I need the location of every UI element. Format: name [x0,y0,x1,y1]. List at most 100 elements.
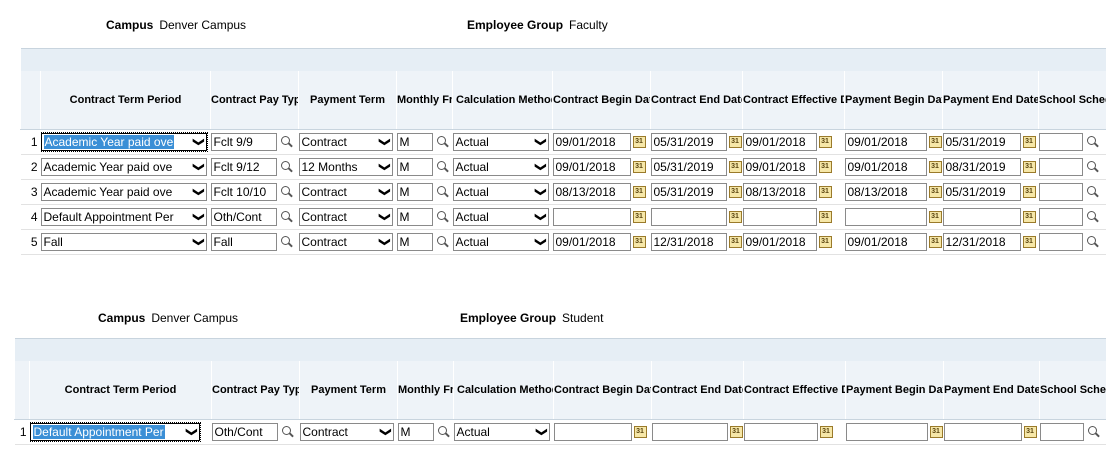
school-schedule-input[interactable] [1038,133,1083,151]
search-icon[interactable] [435,234,450,250]
search-icon[interactable] [1085,209,1100,225]
contract-term-period-select[interactable]: Fall ❯ [40,233,207,251]
payment-end-date-input[interactable]: 05/31/2019 [942,133,1021,151]
search-icon[interactable] [279,209,294,225]
contract-effective-date-input[interactable] [743,423,818,441]
school-schedule-input[interactable] [1038,158,1083,176]
payment-term-select[interactable]: Contract ❯ [298,208,393,226]
search-icon[interactable] [279,234,294,250]
payment-term-select[interactable]: Contract ❯ [298,183,393,201]
contract-term-period-select[interactable]: Academic Year paid ove ❯ [40,183,207,201]
payment-term-select[interactable]: Contract ❯ [298,133,393,151]
calendar-icon[interactable]: 31 [818,161,832,173]
col-contract-effective-date[interactable]: Contract Effective Date [743,361,846,420]
contract-end-date-input[interactable] [650,208,727,226]
monthly-freq-input[interactable]: M [396,233,433,251]
contract-effective-date-input[interactable] [742,208,817,226]
col-payment-begin-date[interactable]: Payment Begin Date [844,71,943,130]
contract-pay-type-input[interactable]: Oth/Cont [210,208,277,226]
payment-begin-date-input[interactable] [845,423,928,441]
search-icon[interactable] [279,184,294,200]
school-schedule-input[interactable] [1038,233,1083,251]
calendar-icon[interactable]: 31 [1023,426,1037,438]
search-icon[interactable] [435,184,450,200]
col-contract-begin-date[interactable]: Contract Begin Date [552,71,651,130]
search-icon[interactable] [1085,234,1100,250]
calendar-icon[interactable]: 31 [928,161,942,173]
payment-begin-date-input[interactable] [844,208,927,226]
calendar-icon[interactable]: 31 [728,211,742,223]
contract-pay-type-input[interactable]: Fclt 9/12 [210,158,277,176]
calendar-icon[interactable]: 31 [728,136,742,148]
col-contract-begin-date[interactable]: Contract Begin Date [553,361,652,420]
payment-end-date-input[interactable]: 12/31/2018 [942,233,1021,251]
calculation-method-select[interactable]: Actual ❯ [452,233,549,251]
school-schedule-input[interactable] [1038,208,1083,226]
search-icon[interactable] [435,159,450,175]
contract-effective-date-input[interactable]: 09/01/2018 [742,233,817,251]
contract-begin-date-input[interactable]: 09/01/2018 [552,158,631,176]
col-contract-term-period[interactable]: Contract Term Period [29,361,212,420]
col-contract-end-date[interactable]: Contract End Date [651,361,744,420]
contract-pay-type-input[interactable]: Oth/Cont [211,423,278,441]
calendar-icon[interactable]: 31 [1022,136,1036,148]
payment-end-date-input[interactable] [943,423,1022,441]
col-monthly-freq[interactable]: Monthly Freq [396,71,453,130]
col-contract-pay-type[interactable]: Contract Pay Type [210,71,299,130]
col-contract-term-period[interactable]: Contract Term Period [40,71,211,130]
calendar-icon[interactable]: 31 [928,236,942,248]
contract-term-period-select[interactable]: Default Appointment Per ❯ [40,208,207,226]
calculation-method-select[interactable]: Actual ❯ [452,208,549,226]
contract-term-period-select[interactable]: Default Appointment Per ❯ [29,422,201,442]
col-payment-begin-date[interactable]: Payment Begin Date [845,361,944,420]
contract-effective-date-input[interactable]: 08/13/2018 [742,183,817,201]
search-icon[interactable] [1085,184,1100,200]
contract-term-period-select[interactable]: Academic Year paid ove ❯ [40,158,207,176]
contract-end-date-input[interactable]: 05/31/2019 [650,158,727,176]
search-icon[interactable] [1085,159,1100,175]
monthly-freq-input[interactable]: M [396,208,433,226]
contract-begin-date-input[interactable]: 09/01/2018 [552,133,631,151]
contract-term-period-select[interactable]: Academic Year paid ove ❯ [40,132,208,152]
monthly-freq-input[interactable]: M [397,423,434,441]
calendar-icon[interactable]: 31 [728,186,742,198]
payment-end-date-input[interactable]: 05/31/2019 [942,183,1021,201]
col-payment-term[interactable]: Payment Term [298,71,397,130]
contract-pay-type-input[interactable]: Fclt 9/9 [210,133,277,151]
monthly-freq-input[interactable]: M [396,183,433,201]
contract-begin-date-input[interactable]: 08/13/2018 [552,183,631,201]
school-schedule-input[interactable] [1038,183,1083,201]
calendar-icon[interactable]: 31 [633,426,647,438]
col-payment-end-date[interactable]: Payment End Date [942,71,1039,130]
calculation-method-select[interactable]: Actual ❯ [453,423,550,441]
calendar-icon[interactable]: 31 [818,236,832,248]
search-icon[interactable] [279,159,294,175]
col-calculation-method[interactable]: Calculation Method [452,71,553,130]
search-icon[interactable] [1085,134,1100,150]
calendar-icon[interactable]: 31 [729,426,743,438]
col-payment-term[interactable]: Payment Term [299,361,398,420]
calendar-icon[interactable]: 31 [818,136,832,148]
contract-end-date-input[interactable]: 05/31/2019 [650,183,727,201]
calendar-icon[interactable]: 31 [632,136,646,148]
col-payment-end-date[interactable]: Payment End Date [943,361,1040,420]
contract-end-date-input[interactable] [651,423,728,441]
payment-begin-date-input[interactable]: 09/01/2018 [844,133,927,151]
payment-end-date-input[interactable] [942,208,1021,226]
calendar-icon[interactable]: 31 [819,426,833,438]
search-icon[interactable] [436,424,451,440]
calendar-icon[interactable]: 31 [928,186,942,198]
payment-begin-date-input[interactable]: 09/01/2018 [844,158,927,176]
calculation-method-select[interactable]: Actual ❯ [452,133,549,151]
payment-term-select[interactable]: Contract ❯ [298,233,393,251]
calendar-icon[interactable]: 31 [1022,161,1036,173]
calendar-icon[interactable]: 31 [728,236,742,248]
contract-effective-date-input[interactable]: 09/01/2018 [742,133,817,151]
col-contract-end-date[interactable]: Contract End Date [650,71,743,130]
payment-end-date-input[interactable]: 08/31/2019 [942,158,1021,176]
contract-end-date-input[interactable]: 12/31/2018 [650,233,727,251]
payment-begin-date-input[interactable]: 09/01/2018 [844,233,927,251]
calendar-icon[interactable]: 31 [818,186,832,198]
calculation-method-select[interactable]: Actual ❯ [452,158,549,176]
contract-end-date-input[interactable]: 05/31/2019 [650,133,727,151]
